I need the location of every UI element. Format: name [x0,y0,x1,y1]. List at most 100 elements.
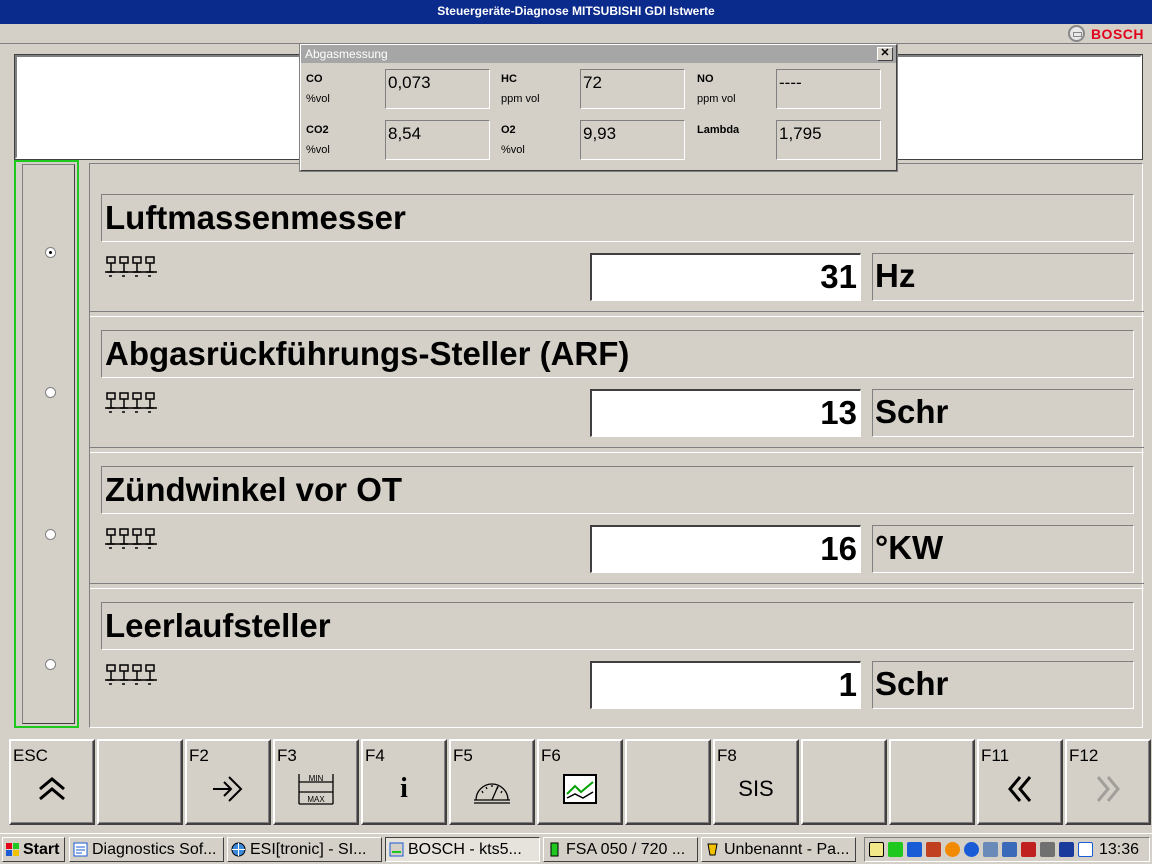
gas-unit: %vol [306,93,330,105]
taskbar-item-fsa[interactable]: FSA 050 / 720 ... [543,837,698,862]
app-tray-icon[interactable] [907,842,922,857]
enter-arrow-icon [187,769,269,809]
empty-function-key [97,739,183,825]
gas-label-lambda: Lambda [697,124,739,136]
min-label: MIN [309,774,324,783]
abgasmessung-window[interactable]: Abgasmessung ✕ CO %vol 0,073 HC ppm vol … [299,43,898,172]
double-chevron-up-icon [11,769,93,809]
empty-function-key [625,739,711,825]
gas-value-lambda: 1,795 [776,120,881,160]
value-display: 31 [590,253,861,301]
f3-button[interactable]: F3 MIN MAX [273,739,359,825]
measurement-section[interactable]: Zündwinkel vor OT 16 °KW [90,436,1144,573]
engine-icon [105,392,157,413]
measurement-section[interactable]: Abgasrückführungs-Steller (ARF) 13 Schr [90,300,1144,437]
start-label: Start [23,841,60,858]
gas-name: HC [501,73,517,85]
section-title: Leerlaufsteller [101,602,1134,650]
fkey-label: F11 [981,746,1010,765]
gas-value-co: 0,073 [385,69,490,109]
sis-text: SIS [738,776,774,801]
value-display: 13 [590,389,861,437]
fkey-label: F8 [717,746,737,765]
abgasmessung-title: Abgasmessung [305,47,388,61]
f8-sis-button[interactable]: F8 SIS [713,739,799,825]
gas-label-o2: O2 %vol [501,124,525,156]
taskbar: Start Diagnostics Sof... ESI[tronic] - S… [0,833,1152,864]
gas-label-co2: CO2 %vol [306,124,330,156]
gas-label-no: NO ppm vol [697,73,736,105]
antivirus-icon[interactable] [945,842,960,857]
system-tray: 13:36 [864,837,1150,862]
radio-section-3[interactable] [45,529,56,540]
taskbar-item-diagnostics[interactable]: Diagnostics Sof... [69,837,224,862]
gas-label-hc: HC ppm vol [501,73,540,105]
radio-section-4[interactable] [45,659,56,670]
double-chevron-left-icon [979,769,1061,809]
sis-label: SIS [715,769,797,809]
security-icon[interactable] [1021,842,1036,857]
section-title: Luftmassenmesser [101,194,1134,242]
graph-icon [539,769,621,809]
selection-column-inner [22,164,75,724]
fkey-label: F4 [365,746,385,765]
bluetooth-icon[interactable] [964,842,979,857]
display-icon[interactable] [983,842,998,857]
usb-icon[interactable] [1040,842,1055,857]
f4-button[interactable]: F4 i [361,739,447,825]
taskbar-item-bosch-kts[interactable]: BOSCH - kts5... [385,837,540,862]
taskbar-item-paint[interactable]: Unbenannt - Pa... [701,837,856,862]
value-display: 16 [590,525,861,573]
radio-section-2[interactable] [45,387,56,398]
task-label: ESI[tronic] - SI... [250,841,367,858]
abgasmessung-titlebar[interactable]: Abgasmessung ✕ [301,45,896,63]
measurement-panel: Luftmassenmesser 31 Hz Abgasrückführungs… [89,163,1144,728]
connection-icon[interactable] [1002,842,1017,857]
value-display: 1 [590,661,861,709]
f2-button[interactable]: F2 [185,739,271,825]
f11-button[interactable]: F11 [977,739,1063,825]
taskbar-item-esitronic[interactable]: ESI[tronic] - SI... [227,837,382,862]
f5-button[interactable]: F5 [449,739,535,825]
gas-name: CO2 [306,124,329,136]
f6-button[interactable]: F6 [537,739,623,825]
bosch-logo-icon [1067,25,1085,42]
window-title: Steuergeräte-Diagnose MITSUBISHI GDI Ist… [0,0,1152,24]
f12-button[interactable]: F12 [1065,739,1151,825]
max-label: MAX [307,795,325,804]
empty-function-key [801,739,887,825]
network-icon[interactable] [888,842,903,857]
fkey-label: F3 [277,746,297,765]
unit-label: Schr [872,661,1134,709]
engine-icon [105,528,157,549]
language-icon[interactable] [1059,842,1074,857]
radio-section-1[interactable] [45,247,56,258]
globe-icon [231,842,246,857]
fkey-label: F6 [541,746,561,765]
min-max-icon: MIN MAX [275,769,357,809]
esc-button[interactable]: ESC [9,739,95,825]
gas-unit: ppm vol [697,93,736,105]
bosch-logo-text: BOSCH [1090,25,1144,42]
gauge-icon [451,769,533,809]
task-label: Diagnostics Sof... [92,841,217,858]
volume-icon[interactable] [926,842,941,857]
section-title: Abgasrückführungs-Steller (ARF) [101,330,1134,378]
close-icon[interactable]: ✕ [877,47,893,61]
measurement-section[interactable]: Luftmassenmesser 31 Hz [90,164,1144,301]
function-key-bar: ESC F2 F3 MIN MAX F4 i F5 F6 F8 SIS F11 … [0,739,1152,825]
info-icon: i [363,769,445,809]
gas-label-co: CO %vol [306,73,330,105]
gas-unit: ppm vol [501,93,540,105]
windows-flag-icon [6,843,19,856]
clock: 13:36 [1098,841,1139,858]
selection-column [14,160,79,728]
gas-name: CO [306,73,323,85]
help-icon[interactable] [869,842,884,857]
measurement-section[interactable]: Leerlaufsteller 1 Schr [90,572,1144,709]
start-button[interactable]: Start [2,837,65,862]
unit-label: Schr [872,389,1134,437]
vc-icon[interactable] [1078,842,1093,857]
fkey-label: ESC [13,746,48,765]
task-label: FSA 050 / 720 ... [566,841,686,858]
